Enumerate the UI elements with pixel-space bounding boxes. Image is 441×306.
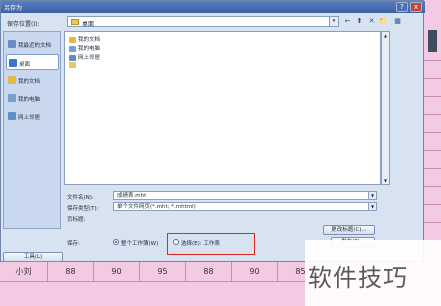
views-icon[interactable]: ▦	[393, 16, 402, 26]
new-folder-icon[interactable]: 📁	[379, 16, 388, 26]
sheet-cell: 90	[232, 262, 278, 282]
file-item-label: 我的电脑	[78, 46, 101, 52]
nav-item-label: 我的文档	[18, 79, 41, 85]
file-item-folder[interactable]	[69, 62, 78, 70]
radio-entire-workbook[interactable]	[113, 239, 119, 245]
save-as-dialog: 另存为 ? x 保存位置(I): 桌面 ▾ ← ⬆ ✕ 📁 ▦ 我最近的文档 桌…	[0, 0, 425, 262]
filetype-value: 单个文件网页(*.mht; *.mhtml)	[117, 204, 196, 210]
sheet-cell: 88	[48, 262, 94, 282]
sheet-scroll-thumb[interactable]	[428, 30, 437, 52]
nav-item-my-computer[interactable]: 我的电脑	[6, 90, 59, 106]
file-item-network[interactable]: 网上邻居	[69, 53, 100, 61]
delete-icon[interactable]: ✕	[367, 16, 376, 26]
chevron-down-icon[interactable]: ▾	[329, 17, 338, 26]
filename-value: 成绩表.mht	[117, 193, 147, 199]
help-button[interactable]: ?	[396, 2, 408, 12]
file-item-label: 网上邻居	[78, 55, 101, 61]
nav-item-recent-docs[interactable]: 我最近的文档	[6, 36, 59, 52]
computer-icon	[69, 45, 76, 52]
sheet-gridline	[424, 78, 441, 79]
file-item-my-computer[interactable]: 我的电脑	[69, 44, 100, 52]
save-location-dropdown[interactable]: 桌面 ▾	[67, 16, 339, 28]
scroll-up-icon[interactable]: ▲	[382, 32, 389, 39]
watermark-text: 软件技巧	[308, 264, 408, 292]
sheet-gridline	[424, 222, 441, 223]
desktop-icon	[9, 59, 17, 67]
places-bar: 我最近的文档 桌面 我的文档 我的电脑 网上邻居	[3, 31, 61, 229]
desktop-folder-icon	[71, 19, 79, 25]
nav-item-label: 桌面	[19, 62, 31, 68]
filetype-label: 保存类型(T):	[67, 206, 99, 212]
back-icon[interactable]: ←	[343, 16, 352, 26]
recent-docs-icon	[8, 40, 16, 48]
my-computer-icon	[8, 94, 16, 102]
save-scope-label: 保存:	[67, 241, 80, 247]
sheet-cell-name: 小刘	[0, 262, 48, 282]
nav-item-my-docs[interactable]: 我的文档	[6, 72, 59, 88]
close-button[interactable]: x	[410, 2, 422, 12]
file-list[interactable]: 我的文档 我的电脑 网上邻居	[64, 31, 381, 185]
file-list-scrollbar[interactable]: ▲ ▼	[381, 31, 390, 185]
sheet-gridline	[424, 204, 441, 205]
filename-label: 文件名(N):	[67, 195, 94, 201]
watermark: 软件技巧	[305, 240, 441, 306]
folder-icon	[69, 36, 76, 43]
sheet-gridline	[424, 186, 441, 187]
chevron-down-icon[interactable]: ▼	[368, 192, 376, 199]
nav-item-label: 网上邻居	[18, 115, 41, 121]
file-item-my-docs[interactable]: 我的文档	[69, 35, 100, 43]
filetype-select[interactable]: 单个文件网页(*.mht; *.mhtml) ▼	[113, 202, 377, 211]
save-location-label: 保存位置(I):	[7, 21, 40, 28]
selection-highlight-box	[167, 233, 255, 255]
sheet-gridline	[424, 150, 441, 151]
dialog-titlebar[interactable]: 另存为 ? x	[1, 1, 425, 13]
tools-button[interactable]: 工具(L)	[3, 252, 63, 262]
folder-icon	[69, 62, 76, 68]
page-title-label: 页标题:	[67, 217, 86, 223]
save-location-value: 桌面	[82, 21, 95, 28]
sheet-cell: 88	[186, 262, 232, 282]
radio-entire-workbook-label[interactable]: 整个工作簿(W)	[121, 239, 158, 247]
dialog-title: 另存为	[4, 5, 23, 12]
nav-item-label: 我的电脑	[18, 97, 41, 103]
sheet-cell: 95	[140, 262, 186, 282]
network-icon	[8, 112, 16, 120]
network-icon	[69, 54, 76, 61]
sheet-gridline	[424, 96, 441, 97]
nav-item-network[interactable]: 网上邻居	[6, 108, 59, 124]
my-docs-icon	[8, 76, 16, 84]
file-item-label: 我的文档	[78, 37, 101, 43]
sheet-gridline	[424, 132, 441, 133]
sheet-gridline	[424, 60, 441, 61]
nav-item-desktop[interactable]: 桌面	[6, 54, 59, 70]
nav-item-label: 我最近的文档	[18, 43, 52, 49]
up-folder-icon[interactable]: ⬆	[355, 16, 364, 26]
sheet-gridline	[424, 114, 441, 115]
change-title-button[interactable]: 更改标题(C)...	[323, 225, 375, 235]
sheet-cell: 90	[94, 262, 140, 282]
sheet-gridline	[424, 168, 441, 169]
scroll-down-icon[interactable]: ▼	[382, 177, 389, 184]
chevron-down-icon[interactable]: ▼	[368, 203, 376, 210]
filename-field[interactable]: 成绩表.mht ▼	[113, 191, 377, 200]
